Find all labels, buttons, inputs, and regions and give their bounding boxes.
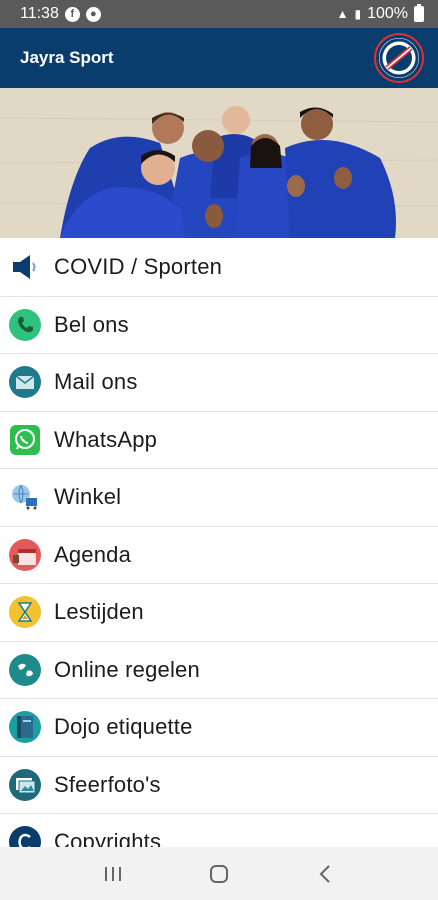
menu-item-dojo-etiquette[interactable]: Dojo etiquette xyxy=(0,699,438,757)
hero-photo xyxy=(0,88,438,238)
home-button[interactable] xyxy=(199,854,239,894)
speaker-icon xyxy=(8,251,41,284)
team-photo-graphic xyxy=(0,88,438,238)
menu-item-winkel[interactable]: Winkel xyxy=(0,469,438,527)
club-logo-graphic xyxy=(379,38,419,78)
menu-item-label: Agenda xyxy=(54,541,132,567)
status-bar: 11:38 f ● ▲ ▮ 100% xyxy=(0,0,438,28)
menu-item-mail-ons[interactable]: Mail ons xyxy=(0,354,438,412)
menu-item-lestijden[interactable]: Lestijden xyxy=(0,584,438,642)
menu-item-whatsapp[interactable]: WhatsApp xyxy=(0,411,438,469)
menu-item-label: Dojo etiquette xyxy=(54,714,193,740)
hourglass-icon xyxy=(8,596,41,629)
shop-icon xyxy=(8,481,41,514)
menu-item-covid[interactable]: COVID / Sporten xyxy=(0,239,438,297)
menu-item-label: Online regelen xyxy=(54,656,200,682)
app-title: Jayra Sport xyxy=(20,48,114,67)
back-button[interactable] xyxy=(305,854,345,894)
menu-item-label: Winkel xyxy=(54,484,122,510)
status-time: 11:38 xyxy=(20,5,59,22)
app-bar: Jayra Sport xyxy=(0,28,438,88)
menu-item-sfeerfotos[interactable]: Sfeerfoto's xyxy=(0,756,438,814)
menu-item-label: Sfeerfoto's xyxy=(54,771,161,797)
status-left: 11:38 f ● xyxy=(20,5,101,23)
signal-icon: ▮ xyxy=(354,7,362,21)
menu-item-label: WhatsApp xyxy=(54,426,158,452)
globe-icon xyxy=(8,653,41,686)
phone-icon xyxy=(8,308,41,341)
menu-item-online-regelen[interactable]: Online regelen xyxy=(0,641,438,699)
recent-apps-button[interactable] xyxy=(93,854,133,894)
notification-icon: ● xyxy=(85,6,101,22)
menu-item-label: Bel ons xyxy=(54,311,129,337)
status-right: ▲ ▮ 100% xyxy=(336,4,424,23)
back-icon xyxy=(319,864,330,883)
battery-icon xyxy=(414,4,424,22)
menu-item-bel-ons[interactable]: Bel ons xyxy=(0,296,438,354)
main-menu: COVID / Sporten Bel ons Mail ons WhatsAp… xyxy=(0,239,438,872)
menu-item-label: Mail ons xyxy=(54,369,138,395)
mail-icon xyxy=(8,366,41,399)
book-icon xyxy=(8,711,41,744)
recent-apps-icon xyxy=(105,866,121,881)
wifi-icon: ▲ xyxy=(336,7,349,21)
menu-item-label: Lestijden xyxy=(54,599,144,625)
home-icon xyxy=(210,864,228,883)
club-logo xyxy=(376,35,422,81)
navigation-bar xyxy=(0,847,438,900)
facebook-notification-icon: f xyxy=(64,6,80,22)
menu-item-label: COVID / Sporten xyxy=(54,254,223,280)
battery-percent: 100% xyxy=(367,5,408,22)
whatsapp-icon xyxy=(8,423,41,456)
menu-item-agenda[interactable]: Agenda xyxy=(0,526,438,584)
photo-icon xyxy=(8,768,41,801)
calendar-icon xyxy=(8,538,41,571)
